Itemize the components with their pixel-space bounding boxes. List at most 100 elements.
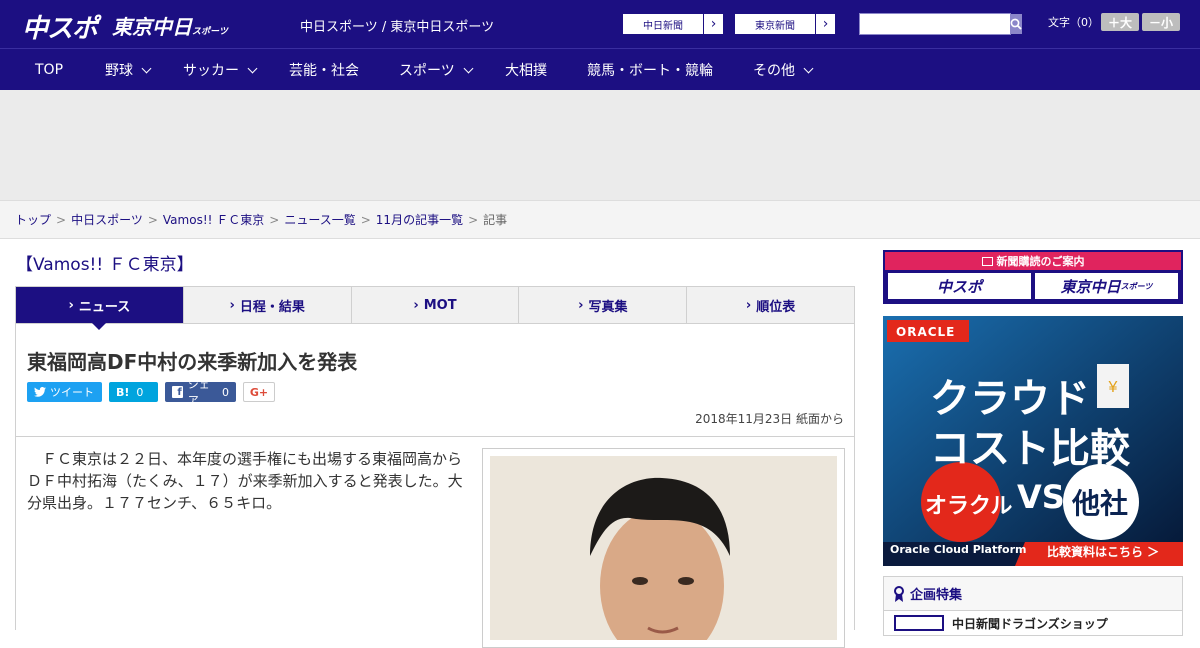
chevron-right-icon: › — [815, 14, 835, 34]
tab-standings[interactable]: › 順位表 — [686, 287, 854, 323]
chevron-down-icon — [463, 63, 474, 73]
breadcrumb-separator: > — [468, 212, 479, 227]
nav-item-sports[interactable]: スポーツ — [399, 49, 474, 91]
tab-photos[interactable]: › 写真集 — [518, 287, 686, 323]
breadcrumb-link-top[interactable]: トップ — [15, 211, 51, 228]
breadcrumb-link-vamos[interactable]: Vamos!! ＦＣ東京 — [163, 211, 264, 228]
nav-item-label: スポーツ — [399, 63, 455, 79]
breadcrumb-separator: > — [269, 212, 280, 227]
site-name[interactable]: 中日スポーツ / 東京中日スポーツ — [300, 16, 494, 35]
tab-schedule[interactable]: › 日程・結果 — [182, 287, 351, 323]
hatena-bookmark-button[interactable]: B! 0 — [109, 382, 158, 402]
chevron-right-icon: › — [413, 297, 419, 313]
chevron-right-icon: › — [703, 14, 723, 34]
twitter-icon — [34, 387, 46, 397]
nav-item-label: TOP — [35, 62, 64, 78]
article-photo[interactable] — [482, 448, 845, 648]
breadcrumb-link-chunichi-sports[interactable]: 中日スポーツ — [71, 211, 143, 228]
subscription-row: 中スポ 東京中日 スポーツ — [885, 270, 1181, 302]
font-larger-button[interactable]: ＋大 — [1101, 13, 1139, 31]
nav-item-baseball[interactable]: 野球 — [105, 49, 152, 91]
nav-item-entertainment[interactable]: 芸能・社会 — [289, 49, 359, 91]
tokyo-shimbun-label: 東京新聞 — [755, 20, 795, 32]
article-body: ＦＣ東京は２２日、本年度の選手権にも出場する東福岡高からＤＦ中村拓海（たくみ、１… — [27, 450, 463, 512]
font-size-label: 文字（0） — [1048, 16, 1099, 29]
nav-item-label: 大相撲 — [505, 63, 547, 79]
subscribe-tokyo-chunichi-button[interactable]: 東京中日 スポーツ — [1035, 273, 1178, 299]
ad-headline-2: コスト比較 — [930, 426, 1130, 472]
share-buttons: ツイート B! 0 f シェア 0 G+ — [27, 378, 275, 407]
breadcrumb-separator: > — [360, 212, 371, 227]
sidebar: 新聞購読のご案内 中スポ 東京中日 スポーツ ¥ ORACLE クラウド コスト… — [883, 250, 1183, 636]
hatena-icon: B! — [116, 385, 130, 399]
chunichi-shimbun-link[interactable]: 中日新聞 › — [622, 13, 724, 35]
search-box — [859, 13, 1022, 35]
main-nav: TOP 野球 サッカー 芸能・社会 スポーツ 大相撲 競馬・ボート・競輪 その他 — [0, 48, 1200, 90]
nav-item-label: 競馬・ボート・競輪 — [587, 63, 713, 79]
subscribe-chuspo-button[interactable]: 中スポ — [888, 273, 1031, 299]
feature-item[interactable]: 中日新聞ドラゴンズショップ — [884, 611, 1182, 635]
search-input[interactable] — [860, 14, 1010, 34]
subscribe-tokyo-chunichi-small: スポーツ — [1120, 281, 1153, 291]
breadcrumb-link-november[interactable]: 11月の記事一覧 — [376, 211, 463, 228]
chevron-right-icon: › — [68, 297, 74, 313]
nav-item-top[interactable]: TOP — [35, 49, 63, 91]
top-header: 中スポ 東京中日スポーツ 中日スポーツ / 東京中日スポーツ 中日新聞 › 東京… — [0, 0, 1200, 48]
chevron-down-icon — [803, 63, 814, 73]
nav-item-other[interactable]: その他 — [753, 49, 814, 91]
chevron-down-icon — [141, 63, 152, 73]
facebook-share-label: シェア — [187, 378, 210, 407]
nav-item-label: 野球 — [105, 63, 133, 79]
tab-label: 写真集 — [588, 299, 628, 315]
tokyo-shimbun-link[interactable]: 東京新聞 › — [734, 13, 836, 35]
nav-item-soccer[interactable]: サッカー — [183, 49, 258, 91]
breadcrumb-current: 記事 — [483, 213, 508, 227]
ad-cta[interactable]: 比較資料はこちら ＞ — [1047, 543, 1159, 560]
feature-header: 企画特集 — [884, 577, 1182, 611]
chevron-right-icon: › — [229, 297, 235, 313]
oracle-ad[interactable]: ¥ ORACLE クラウド コスト比較 オラクル VS 他社 Oracle Cl… — [883, 316, 1183, 566]
chuspo-logo[interactable]: 中スポ — [22, 8, 98, 45]
chevron-right-icon: › — [745, 297, 752, 313]
ad-left-bubble: オラクル — [925, 494, 1013, 519]
nav-item-racing[interactable]: 競馬・ボート・競輪 — [587, 49, 713, 91]
nav-item-label: サッカー — [183, 63, 239, 79]
divider — [16, 436, 854, 437]
facebook-icon: f — [172, 386, 183, 398]
breadcrumb-link-news-list[interactable]: ニュース一覧 — [284, 211, 355, 228]
chevron-down-icon — [247, 63, 258, 73]
chevron-right-icon: › — [578, 297, 584, 313]
feature-title: 企画特集 — [910, 588, 963, 603]
subscription-header-label: 新聞購読のご案内 — [996, 255, 1085, 268]
svg-text:¥: ¥ — [1108, 379, 1118, 396]
article: 東福岡高DF中村の来季新加入を発表 ツイート B! 0 f シェア 0 G+ 2… — [15, 324, 855, 648]
google-plus-button[interactable]: G+ — [243, 382, 275, 402]
tokyo-chunichi-logo[interactable]: 東京中日スポーツ — [112, 11, 228, 40]
oracle-logo: ORACLE — [896, 325, 956, 339]
article-date: 2018年11月23日 紙面から — [695, 412, 844, 426]
tab-mot[interactable]: › MOT — [350, 287, 519, 323]
search-button[interactable] — [1010, 14, 1022, 34]
subscription-box: 新聞購読のご案内 中スポ 東京中日 スポーツ — [883, 250, 1183, 304]
tab-news[interactable]: › ニュース — [16, 287, 183, 330]
subscription-header[interactable]: 新聞購読のご案内 — [885, 252, 1181, 270]
ad-footer-left: Oracle Cloud Platform — [890, 543, 1027, 556]
feature-box: 企画特集 中日新聞ドラゴンズショップ — [883, 576, 1183, 636]
shop-thumbnail — [894, 615, 944, 631]
breadcrumb-separator: > — [147, 212, 158, 227]
section-title[interactable]: 【Vamos!! ＦＣ東京】 — [16, 250, 194, 275]
section-tabs: › ニュース › 日程・結果 › MOT › 写真集 › 順位表 — [15, 286, 855, 330]
tab-label: 順位表 — [756, 299, 796, 315]
breadcrumb: トップ > 中日スポーツ > Vamos!! ＦＣ東京 > ニュース一覧 > 1… — [0, 200, 1200, 239]
feature-item-label: 中日新聞ドラゴンズショップ — [952, 616, 1108, 631]
facebook-share-button[interactable]: f シェア 0 — [165, 378, 236, 407]
tweet-button[interactable]: ツイート — [27, 382, 102, 402]
font-smaller-button[interactable]: －小 — [1142, 13, 1180, 31]
newspaper-icon — [981, 256, 993, 266]
article-headline: 東福岡高DF中村の来季新加入を発表 — [27, 350, 358, 374]
hatena-count: 0 — [136, 385, 144, 399]
nav-item-sumo[interactable]: 大相撲 — [505, 49, 547, 91]
google-plus-icon: G+ — [249, 385, 269, 399]
tab-label: MOT — [423, 297, 457, 313]
subscribe-tokyo-chunichi-label: 東京中日 — [1060, 277, 1121, 296]
